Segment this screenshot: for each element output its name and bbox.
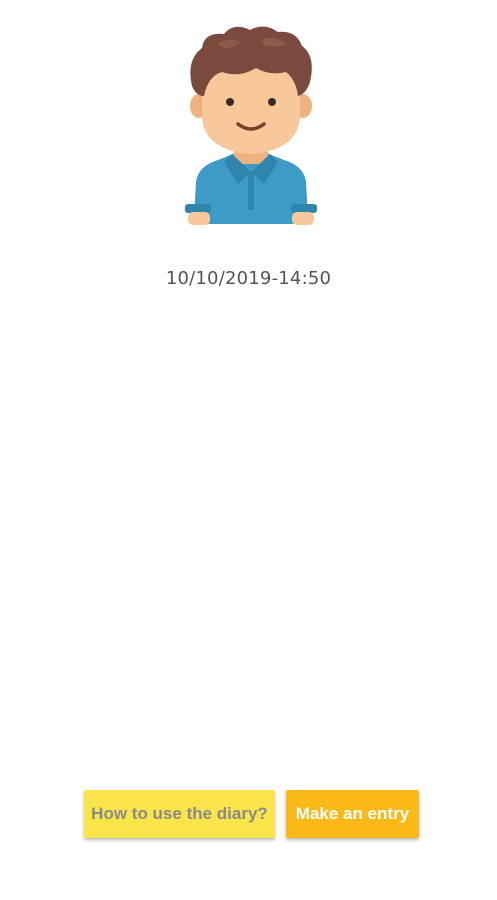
how-to-use-diary-button[interactable]: How to use the diary? <box>84 790 275 838</box>
user-avatar <box>178 26 324 230</box>
make-entry-button[interactable]: Make an entry <box>286 790 419 838</box>
boy-avatar-icon <box>185 26 317 225</box>
entry-timestamp: 10/10/2019-14:50 <box>165 268 332 289</box>
